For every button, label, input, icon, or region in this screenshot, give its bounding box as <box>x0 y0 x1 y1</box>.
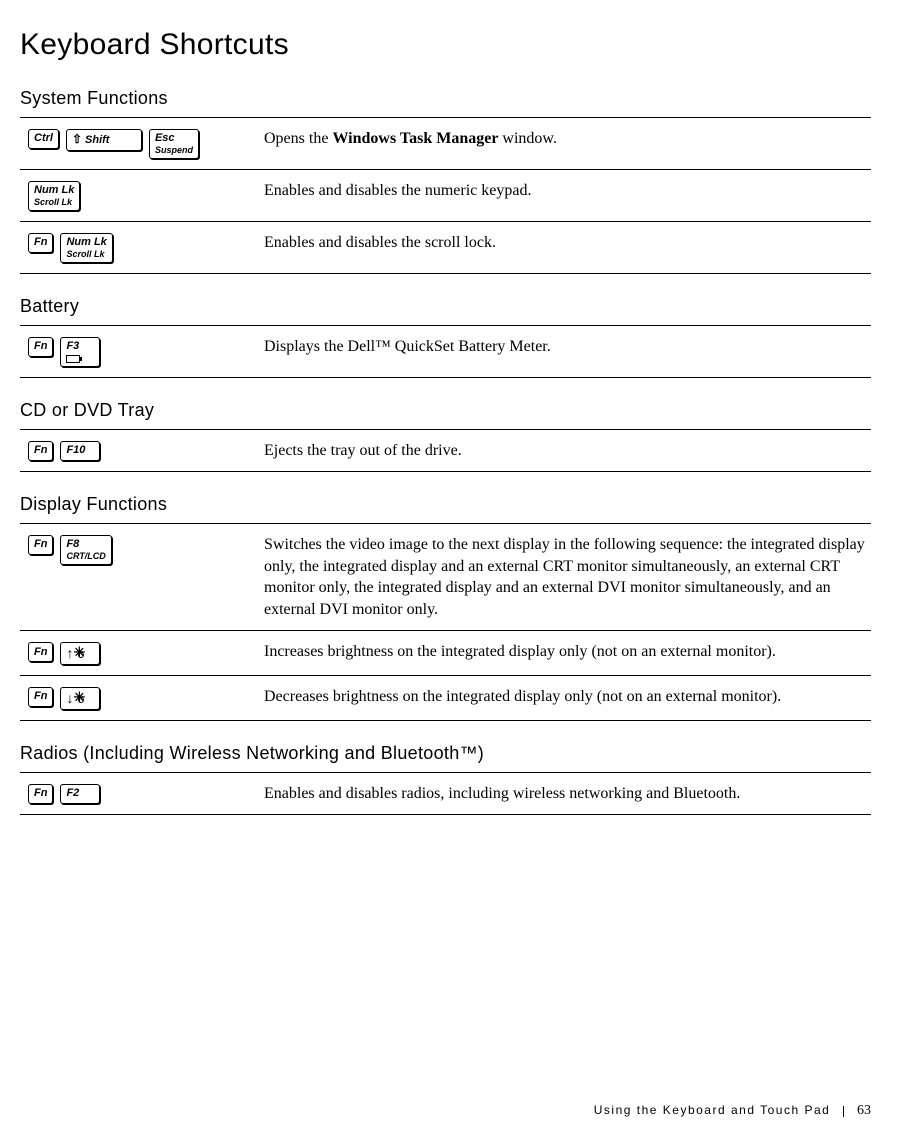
display-table: Fn F8 CRT/LCD Switches the video image t… <box>20 523 871 721</box>
footer-page-number: 63 <box>857 1103 871 1118</box>
section-heading-tray: CD or DVD Tray <box>20 400 871 421</box>
shift-arrow-icon: ⇧ <box>72 132 82 146</box>
key-esc: Esc Suspend <box>149 129 199 159</box>
table-row: Fn F3 Displays the Dell™ QuickSet Batter… <box>20 326 871 378</box>
tray-table: Fn F10 Ejects the tray out of the drive. <box>20 429 871 473</box>
key-fn: Fn <box>28 441 53 461</box>
key-col: Fn F10 <box>20 440 264 462</box>
desc-col: Displays the Dell™ QuickSet Battery Mete… <box>264 336 871 367</box>
key-col: Ctrl ⇧Shift Esc Suspend <box>20 128 264 159</box>
desc-col: Increases brightness on the integrated d… <box>264 641 871 665</box>
key-col: Fn F8 CRT/LCD <box>20 534 264 620</box>
section-heading-radios: Radios (Including Wireless Networking an… <box>20 743 871 764</box>
battery-table: Fn F3 Displays the Dell™ QuickSet Batter… <box>20 325 871 378</box>
table-row: Fn F8 CRT/LCD Switches the video image t… <box>20 524 871 631</box>
desc-col: Opens the Windows Task Manager window. <box>264 128 871 159</box>
page-title: Keyboard Shortcuts <box>20 28 871 62</box>
key-col: Fn ↑ <box>20 641 264 665</box>
key-f2: F2 <box>60 784 100 804</box>
key-col: Num Lk Scroll Lk <box>20 180 264 211</box>
key-ctrl: Ctrl <box>28 129 59 149</box>
desc-col: Ejects the tray out of the drive. <box>264 440 871 462</box>
system-table: Ctrl ⇧Shift Esc Suspend Opens the Window… <box>20 117 871 274</box>
table-row: Fn ↓ Decreases brightness on the integra… <box>20 676 871 721</box>
key-f8: F8 CRT/LCD <box>60 535 111 565</box>
key-brightness-up: ↑ <box>60 642 100 665</box>
key-fn: Fn <box>28 642 53 662</box>
desc-col: Switches the video image to the next dis… <box>264 534 871 620</box>
key-numlk: Num Lk Scroll Lk <box>60 233 112 263</box>
key-col: Fn ↓ <box>20 686 264 710</box>
table-row: Fn ↑ Increases brightness on the integra… <box>20 631 871 676</box>
table-row: Fn F10 Ejects the tray out of the drive. <box>20 430 871 473</box>
section-heading-system: System Functions <box>20 88 871 109</box>
key-col: Fn Num Lk Scroll Lk <box>20 232 264 263</box>
key-col: Fn F3 <box>20 336 264 367</box>
key-numlk: Num Lk Scroll Lk <box>28 181 80 211</box>
up-arrow-icon: ↑ <box>66 646 73 661</box>
desc-col: Enables and disables the scroll lock. <box>264 232 871 263</box>
footer-separator <box>843 1106 844 1117</box>
table-row: Fn F2 Enables and disables radios, inclu… <box>20 773 871 816</box>
key-fn: Fn <box>28 337 53 357</box>
desc-col: Enables and disables the numeric keypad. <box>264 180 871 211</box>
battery-icon <box>66 355 80 363</box>
key-fn: Fn <box>28 687 53 707</box>
sun-icon <box>75 649 85 659</box>
key-fn: Fn <box>28 233 53 253</box>
table-row: Ctrl ⇧Shift Esc Suspend Opens the Window… <box>20 118 871 170</box>
key-col: Fn F2 <box>20 783 264 805</box>
table-row: Num Lk Scroll Lk Enables and disables th… <box>20 170 871 222</box>
key-shift: ⇧Shift <box>66 129 142 151</box>
key-f10: F10 <box>60 441 100 461</box>
sun-icon <box>75 694 85 704</box>
key-fn: Fn <box>28 535 53 555</box>
table-row: Fn Num Lk Scroll Lk Enables and disables… <box>20 222 871 274</box>
section-heading-display: Display Functions <box>20 494 871 515</box>
down-arrow-icon: ↓ <box>66 691 73 706</box>
desc-col: Enables and disables radios, including w… <box>264 783 871 805</box>
section-heading-battery: Battery <box>20 296 871 317</box>
key-brightness-down: ↓ <box>60 687 100 710</box>
desc-col: Decreases brightness on the integrated d… <box>264 686 871 710</box>
key-fn: Fn <box>28 784 53 804</box>
radios-table: Fn F2 Enables and disables radios, inclu… <box>20 772 871 816</box>
page-footer: Using the Keyboard and Touch Pad 63 <box>594 1103 871 1119</box>
key-f3: F3 <box>60 337 100 367</box>
footer-section: Using the Keyboard and Touch Pad <box>594 1103 831 1117</box>
